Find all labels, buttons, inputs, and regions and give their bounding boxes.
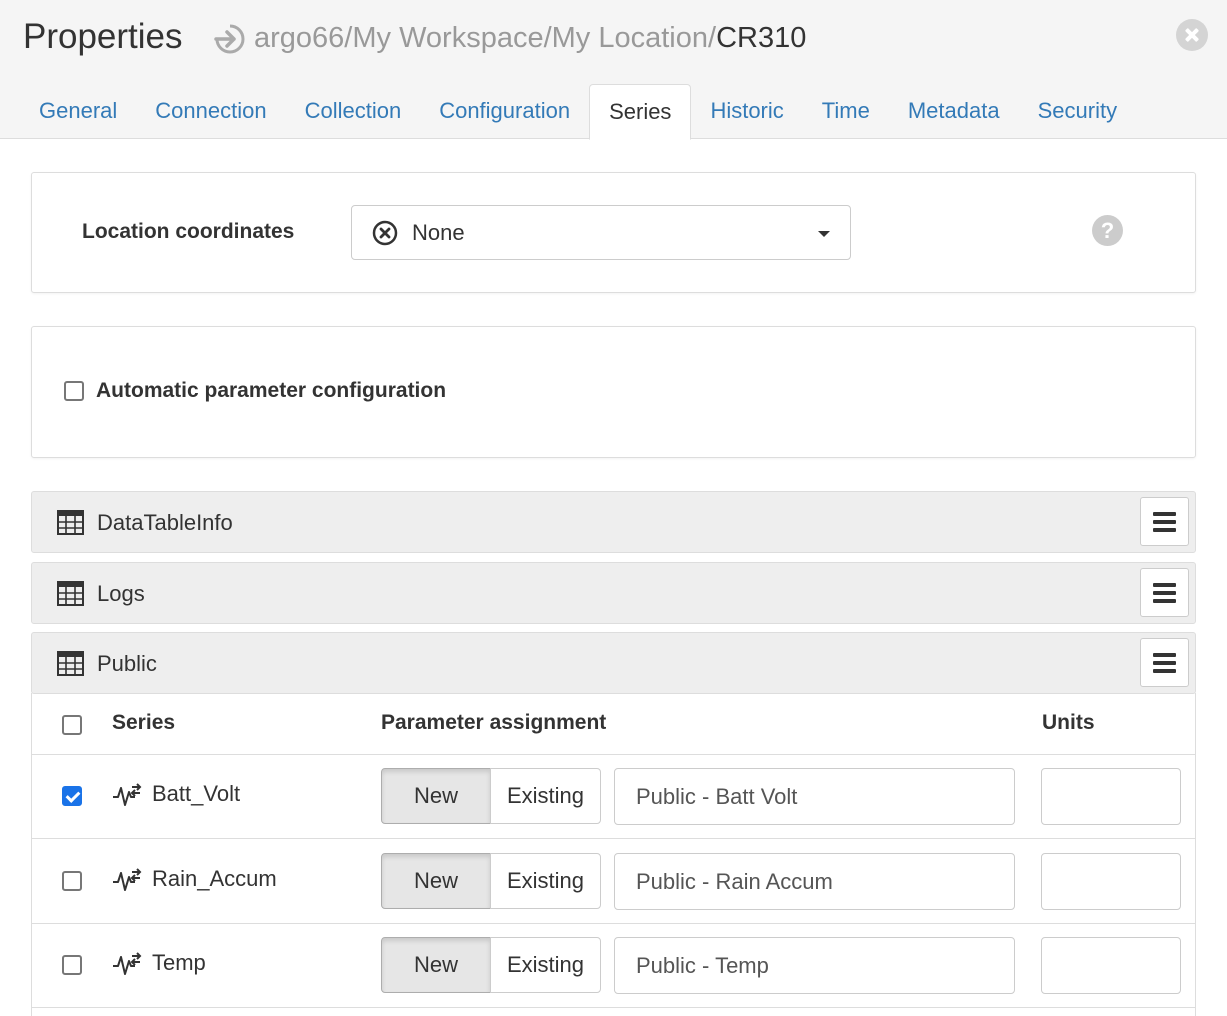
hamburger-menu-icon[interactable] [1140,497,1189,546]
table-row: Batt_Volt New Existing [32,754,1195,839]
tab-general[interactable]: General [20,84,136,139]
location-select-value: None [412,219,465,245]
location-select[interactable]: None [351,205,851,260]
auto-config-row: Automatic parameter configuration [64,379,446,403]
parameter-name-input[interactable] [614,768,1015,825]
tab-time[interactable]: Time [803,84,889,139]
existing-button[interactable]: Existing [490,937,601,993]
tab-collection[interactable]: Collection [286,84,421,139]
row-checkbox[interactable] [62,955,82,975]
breadcrumb-path[interactable]: argo66/My Workspace/My Location/ [254,22,716,55]
units-input[interactable] [1041,853,1181,910]
parameter-name-input[interactable] [614,937,1015,994]
arrow-right-icon [214,24,245,53]
tab-historic[interactable]: Historic [691,84,802,139]
tab-connection[interactable]: Connection [136,84,285,139]
existing-button[interactable]: Existing [490,853,601,909]
new-button[interactable]: New [381,768,491,824]
tab-security[interactable]: Security [1019,84,1136,139]
units-input[interactable] [1041,937,1181,994]
select-all-checkbox[interactable] [62,715,82,735]
circle-x-icon [372,220,398,245]
units-input[interactable] [1041,768,1181,825]
parameter-name-input[interactable] [614,853,1015,910]
header-units: Units [1042,711,1095,734]
row-checkbox[interactable] [62,786,82,806]
tab-configuration[interactable]: Configuration [420,84,589,139]
series-name: Rain_Accum [152,866,277,891]
table-icon [57,651,84,676]
new-button[interactable]: New [381,937,491,993]
close-icon[interactable] [1176,19,1208,51]
series-icon [113,783,142,806]
breadcrumb: argo66/My Workspace/My Location/CR310 [214,22,806,55]
table-row: Temp New Existing [32,923,1195,1008]
divider [32,1007,1195,1008]
table-icon [57,510,84,535]
group-header-public[interactable]: Public [31,632,1196,694]
dialog-header: Properties argo66/My Workspace/My Locati… [0,0,1227,140]
auto-config-label[interactable]: Automatic parameter configuration [96,379,446,403]
group-header-datatableinfo[interactable]: DataTableInfo [31,491,1196,553]
header-series: Series [112,711,176,734]
location-panel: Location coordinates None ? [31,172,1196,293]
tab-series[interactable]: Series [589,84,692,140]
series-name: Batt_Volt [152,781,241,806]
help-icon[interactable]: ? [1092,215,1123,246]
auto-config-panel: Automatic parameter configuration [31,326,1196,458]
series-table: Series Parameter assignment Units Batt_V… [31,693,1196,1016]
series-icon [113,868,142,891]
group-name: DataTableInfo [97,510,233,535]
group-name: Logs [97,581,145,606]
hamburger-menu-icon[interactable] [1140,638,1189,687]
table-row: Rain_Accum New Existing [32,839,1195,924]
series-name: Temp [152,950,206,975]
location-label: Location coordinates [82,220,295,243]
header-parameter: Parameter assignment [381,711,607,734]
tab-metadata[interactable]: Metadata [889,84,1019,139]
tab-bar: General Connection Collection Configurat… [20,84,1136,140]
group-name: Public [97,651,157,676]
breadcrumb-current: CR310 [716,22,807,54]
dialog-title: Properties [23,17,183,56]
table-icon [57,581,84,606]
existing-button[interactable]: Existing [490,768,601,824]
hamburger-menu-icon[interactable] [1140,568,1189,617]
group-header-logs[interactable]: Logs [31,562,1196,624]
series-icon [113,952,142,975]
new-button[interactable]: New [381,853,491,909]
caret-down-icon [818,231,830,237]
row-checkbox[interactable] [62,871,82,891]
auto-config-checkbox[interactable] [64,381,84,401]
